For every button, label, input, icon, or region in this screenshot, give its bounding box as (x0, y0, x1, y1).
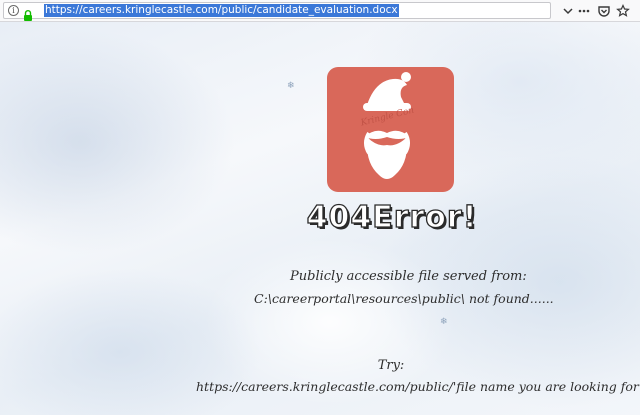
santa-logo-icon: Kringle Con (327, 67, 454, 192)
error-title: 404Error! (306, 199, 478, 235)
page-content: ❄ ❄ Kringle Con 404Error! Publicly acces… (0, 22, 640, 415)
snowflake-icon: ❄ (287, 81, 295, 91)
try-label: Try: (377, 358, 405, 373)
error-message-path: C:\careerportal\resources\public\ not fo… (254, 291, 554, 306)
error-message-line1: Publicly accessible file served from: (290, 269, 527, 284)
bookmark-star-icon[interactable] (616, 4, 630, 18)
chevron-down-icon[interactable] (561, 4, 575, 18)
try-url-hint: https://careers.kringlecastle.com/public… (196, 379, 640, 394)
pocket-icon[interactable] (597, 4, 611, 18)
more-actions-icon[interactable] (577, 4, 591, 18)
address-bar[interactable]: i https://careers.kringlecastle.com/publ… (3, 2, 551, 21)
info-icon[interactable]: i (8, 5, 19, 16)
address-url-text[interactable]: https://careers.kringlecastle.com/public… (44, 4, 399, 17)
browser-toolbar: i https://careers.kringlecastle.com/publ… (0, 0, 640, 22)
snowflake-icon: ❄ (440, 317, 448, 327)
